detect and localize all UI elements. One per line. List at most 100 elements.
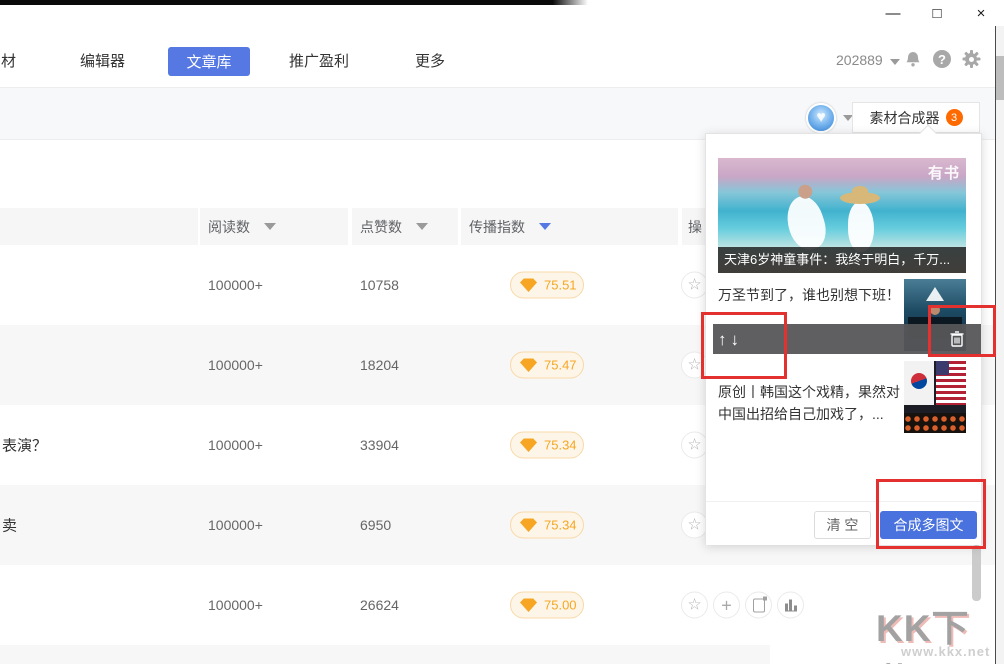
composer-item-title: 天津6岁神童事件：我终于明白，千万... <box>718 247 966 273</box>
spread-index-value: 75.51 <box>544 278 577 293</box>
star-icon: ☆ <box>687 357 701 373</box>
delete-trash-icon[interactable] <box>949 330 965 353</box>
user-id[interactable]: 202889 <box>836 52 883 68</box>
star-icon: ☆ <box>687 437 701 453</box>
close-button[interactable]: × <box>972 2 990 24</box>
sort-caret-active-icon[interactable] <box>539 223 551 230</box>
article-title: 表演？ <box>2 435 47 456</box>
korean-flag-shape <box>904 361 934 405</box>
reads-value: 100000+ <box>208 517 263 533</box>
photo-figure <box>781 192 832 254</box>
stats-button[interactable] <box>777 592 804 619</box>
thumbnail-shape <box>926 287 944 301</box>
photo-figure <box>848 202 874 252</box>
site-watermark-url: www.kkx.net <box>901 644 990 659</box>
reads-value: 100000+ <box>208 277 263 293</box>
copy-icon <box>753 598 765 612</box>
move-up-icon[interactable]: ↑ <box>718 331 727 348</box>
settings-gear-icon[interactable] <box>962 50 980 68</box>
window-controls: — □ × <box>884 2 990 24</box>
user-chevron-down-icon[interactable] <box>890 59 900 65</box>
column-header-actions-label: 操 <box>688 217 702 237</box>
maximize-button[interactable]: □ <box>928 2 946 24</box>
window-scrollbar-thumb[interactable] <box>996 56 1004 100</box>
material-composer-label: 素材合成器 <box>870 108 940 128</box>
add-to-composer-button[interactable]: + <box>713 592 740 619</box>
column-header-likes[interactable]: 点赞数 <box>352 208 458 245</box>
window-scrollbar[interactable] <box>996 26 1004 664</box>
item-hover-toolbar: ↑ ↓ <box>713 324 981 354</box>
table-row[interactable]: 100000+ 26624 75.00 ☆ + <box>0 565 1004 645</box>
spread-index-value: 75.34 <box>544 518 577 533</box>
favorite-star-button[interactable]: ☆ <box>681 352 708 379</box>
gem-icon <box>520 438 537 452</box>
plus-icon: + <box>721 596 732 614</box>
spread-index-badge: 75.51 <box>510 272 584 299</box>
star-icon: ☆ <box>687 277 701 293</box>
help-glyph: ? <box>938 52 946 67</box>
sort-caret-icon[interactable] <box>264 223 276 230</box>
likes-value: 26624 <box>360 597 399 613</box>
reads-value: 100000+ <box>208 357 263 373</box>
nav-item-editor[interactable]: 编辑器 <box>80 50 125 71</box>
gem-icon <box>520 278 537 292</box>
us-canton-shape <box>936 361 949 375</box>
favorite-star-button[interactable]: ☆ <box>681 432 708 459</box>
clear-button[interactable]: 清 空 <box>814 511 871 539</box>
favorite-star-button[interactable]: ☆ <box>681 512 708 539</box>
column-header-title <box>0 208 198 245</box>
top-black-strip <box>0 0 588 5</box>
us-flag-shape <box>936 361 966 405</box>
spread-index-badge: 75.34 <box>510 512 584 539</box>
column-header-likes-label: 点赞数 <box>360 217 402 237</box>
likes-value: 33904 <box>360 437 399 453</box>
panel-footer: 清 空 合成多图文 <box>706 501 981 545</box>
minimize-button[interactable]: — <box>884 2 902 24</box>
gem-icon <box>520 598 537 612</box>
star-icon: ☆ <box>687 597 701 613</box>
notification-bell-icon[interactable] <box>904 50 922 68</box>
reads-value: 100000+ <box>208 597 263 613</box>
copy-article-button[interactable] <box>745 592 772 619</box>
likes-value: 18204 <box>360 357 399 373</box>
next-row-edge <box>0 645 770 664</box>
article-title: 卖 <box>2 515 17 536</box>
favorite-star-button[interactable]: ☆ <box>681 592 708 619</box>
material-composer-button[interactable]: 素材合成器 3 <box>852 102 980 133</box>
photo-hat <box>840 192 880 204</box>
composer-item-title[interactable]: 原创丨韩国这个戏精，果然对中国出招给自己加戏了，... <box>718 381 904 425</box>
avatar[interactable]: ♥ <box>806 103 836 133</box>
sort-caret-icon[interactable] <box>416 223 428 230</box>
taegeuk-shape <box>911 373 927 389</box>
tab-article-library[interactable]: 文章库 <box>168 47 250 76</box>
star-icon: ☆ <box>687 517 701 533</box>
composer-item-title[interactable]: 万圣节到了，谁也别想下班！ <box>718 284 904 306</box>
composer-item-card[interactable]: 有书 天津6岁神童事件：我终于明白，千万... <box>718 158 966 273</box>
material-composer-panel: 有书 天津6岁神童事件：我终于明白，千万... 万圣节到了，谁也别想下班！ ↑ … <box>705 133 982 545</box>
move-down-icon[interactable]: ↓ <box>731 331 740 348</box>
spread-index-value: 75.00 <box>544 598 577 613</box>
gem-icon <box>520 518 537 532</box>
app-window: — □ × 材 编辑器 文章库 推广盈利 更多 202889 ? <box>0 0 1004 664</box>
page-scrollbar-thumb[interactable] <box>972 545 981 601</box>
compose-multi-article-button[interactable]: 合成多图文 <box>880 511 977 539</box>
column-header-reads[interactable]: 阅读数 <box>200 208 348 245</box>
favorite-star-button[interactable]: ☆ <box>681 272 708 299</box>
composer-item-thumbnail[interactable] <box>904 361 966 433</box>
nav-item-promotion[interactable]: 推广盈利 <box>289 50 349 71</box>
nav-item-material[interactable]: 材 <box>1 50 16 71</box>
column-header-spread-index[interactable]: 传播指数 <box>461 208 678 245</box>
gem-icon <box>520 358 537 372</box>
nav-item-more[interactable]: 更多 <box>415 50 445 71</box>
tab-article-library-label: 文章库 <box>186 51 231 72</box>
spread-index-value: 75.34 <box>544 438 577 453</box>
likes-value: 6950 <box>360 517 391 533</box>
avatar-heart-glyph: ♥ <box>816 110 826 126</box>
thumbnail-shape <box>930 305 940 315</box>
reads-value: 100000+ <box>208 437 263 453</box>
photo-watermark: 有书 <box>928 162 960 183</box>
flowers-shape <box>904 413 966 433</box>
spread-index-value: 75.47 <box>544 358 577 373</box>
spread-index-badge: 75.34 <box>510 432 584 459</box>
help-icon[interactable]: ? <box>933 50 951 68</box>
